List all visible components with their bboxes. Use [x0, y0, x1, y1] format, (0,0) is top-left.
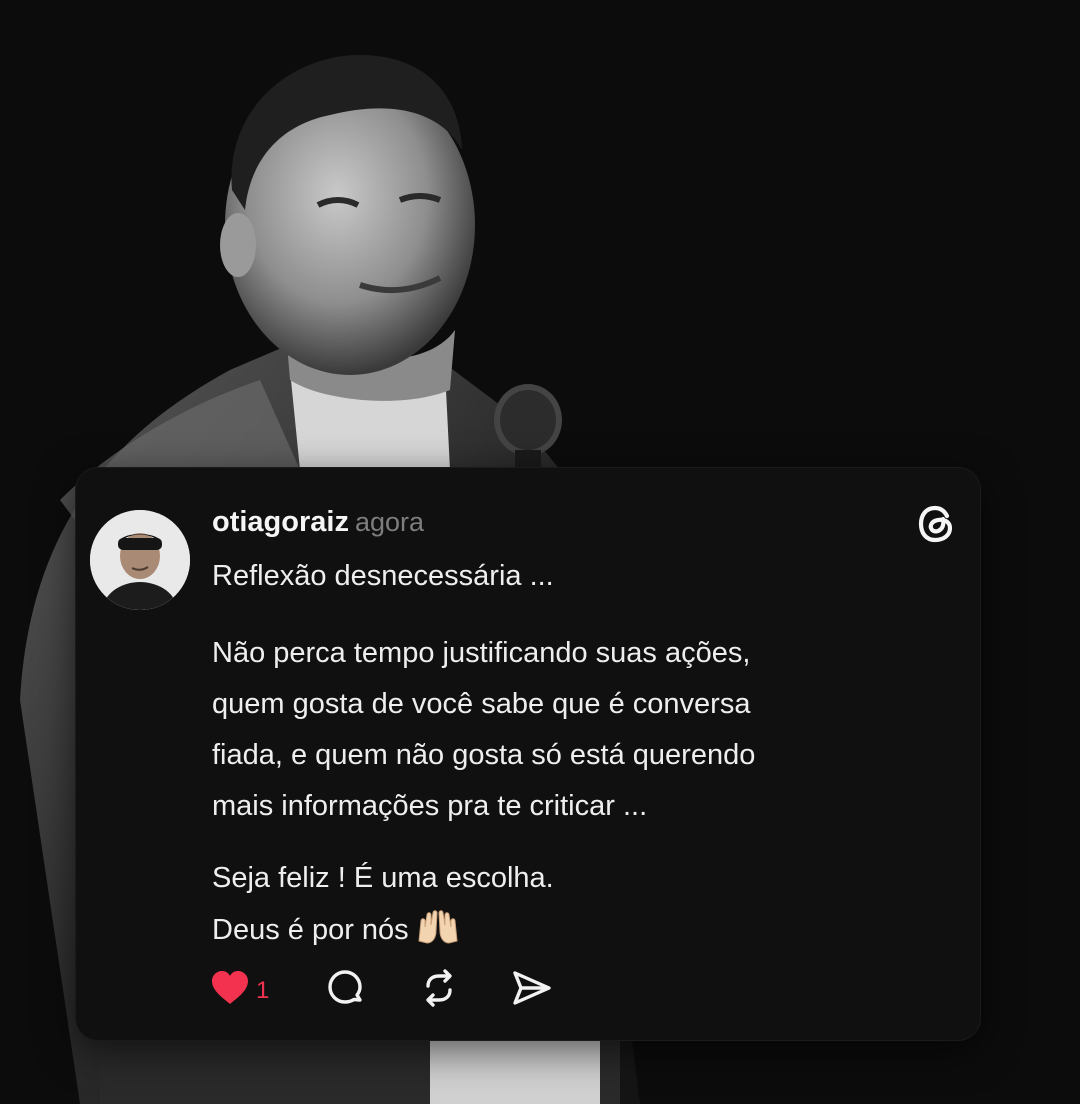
- text-line: Seja feliz ! É uma escolha.: [212, 862, 554, 894]
- text-line: Não perca tempo justificando suas ações,: [212, 637, 751, 669]
- repost-button[interactable]: [419, 968, 459, 1013]
- repost-icon: [419, 968, 459, 1013]
- threads-logo-icon[interactable]: [914, 502, 958, 546]
- text-line: mais informações pra te criticar ...: [212, 790, 648, 822]
- text-line: fiada, e quem não gosta só está querendo: [212, 739, 756, 771]
- avatar[interactable]: [90, 510, 190, 610]
- like-count: 1: [256, 976, 270, 1004]
- text-line: quem gosta de você sabe que é conversa: [212, 688, 751, 720]
- text-line: Deus é por nós: [212, 904, 932, 962]
- paragraph-1: Não perca tempo justificando suas ações,…: [212, 628, 932, 832]
- raising-hands-emoji-icon: [415, 907, 461, 962]
- post-title: Reflexão desnecessária ...: [212, 560, 554, 592]
- share-send-icon: [511, 968, 553, 1013]
- comment-button[interactable]: [325, 968, 365, 1013]
- username[interactable]: otiagoraiz: [212, 506, 349, 538]
- timestamp: agora: [354, 507, 425, 537]
- post-card[interactable]: otiagoraiz agora Reflexão desnecessária .…: [76, 468, 980, 1040]
- like-button[interactable]: 1: [210, 970, 269, 1011]
- share-button[interactable]: [511, 968, 553, 1013]
- action-bar: 1: [210, 968, 553, 1013]
- text-line-content: Deus é por nós: [212, 914, 409, 946]
- post-body: Não perca tempo justificando suas ações,…: [212, 628, 932, 982]
- comment-icon: [325, 968, 365, 1013]
- post-header: otiagoraiz agora: [212, 506, 424, 539]
- heart-icon: [210, 970, 250, 1011]
- paragraph-2: Seja feliz ! É uma escolha. Deus é por n…: [212, 852, 932, 962]
